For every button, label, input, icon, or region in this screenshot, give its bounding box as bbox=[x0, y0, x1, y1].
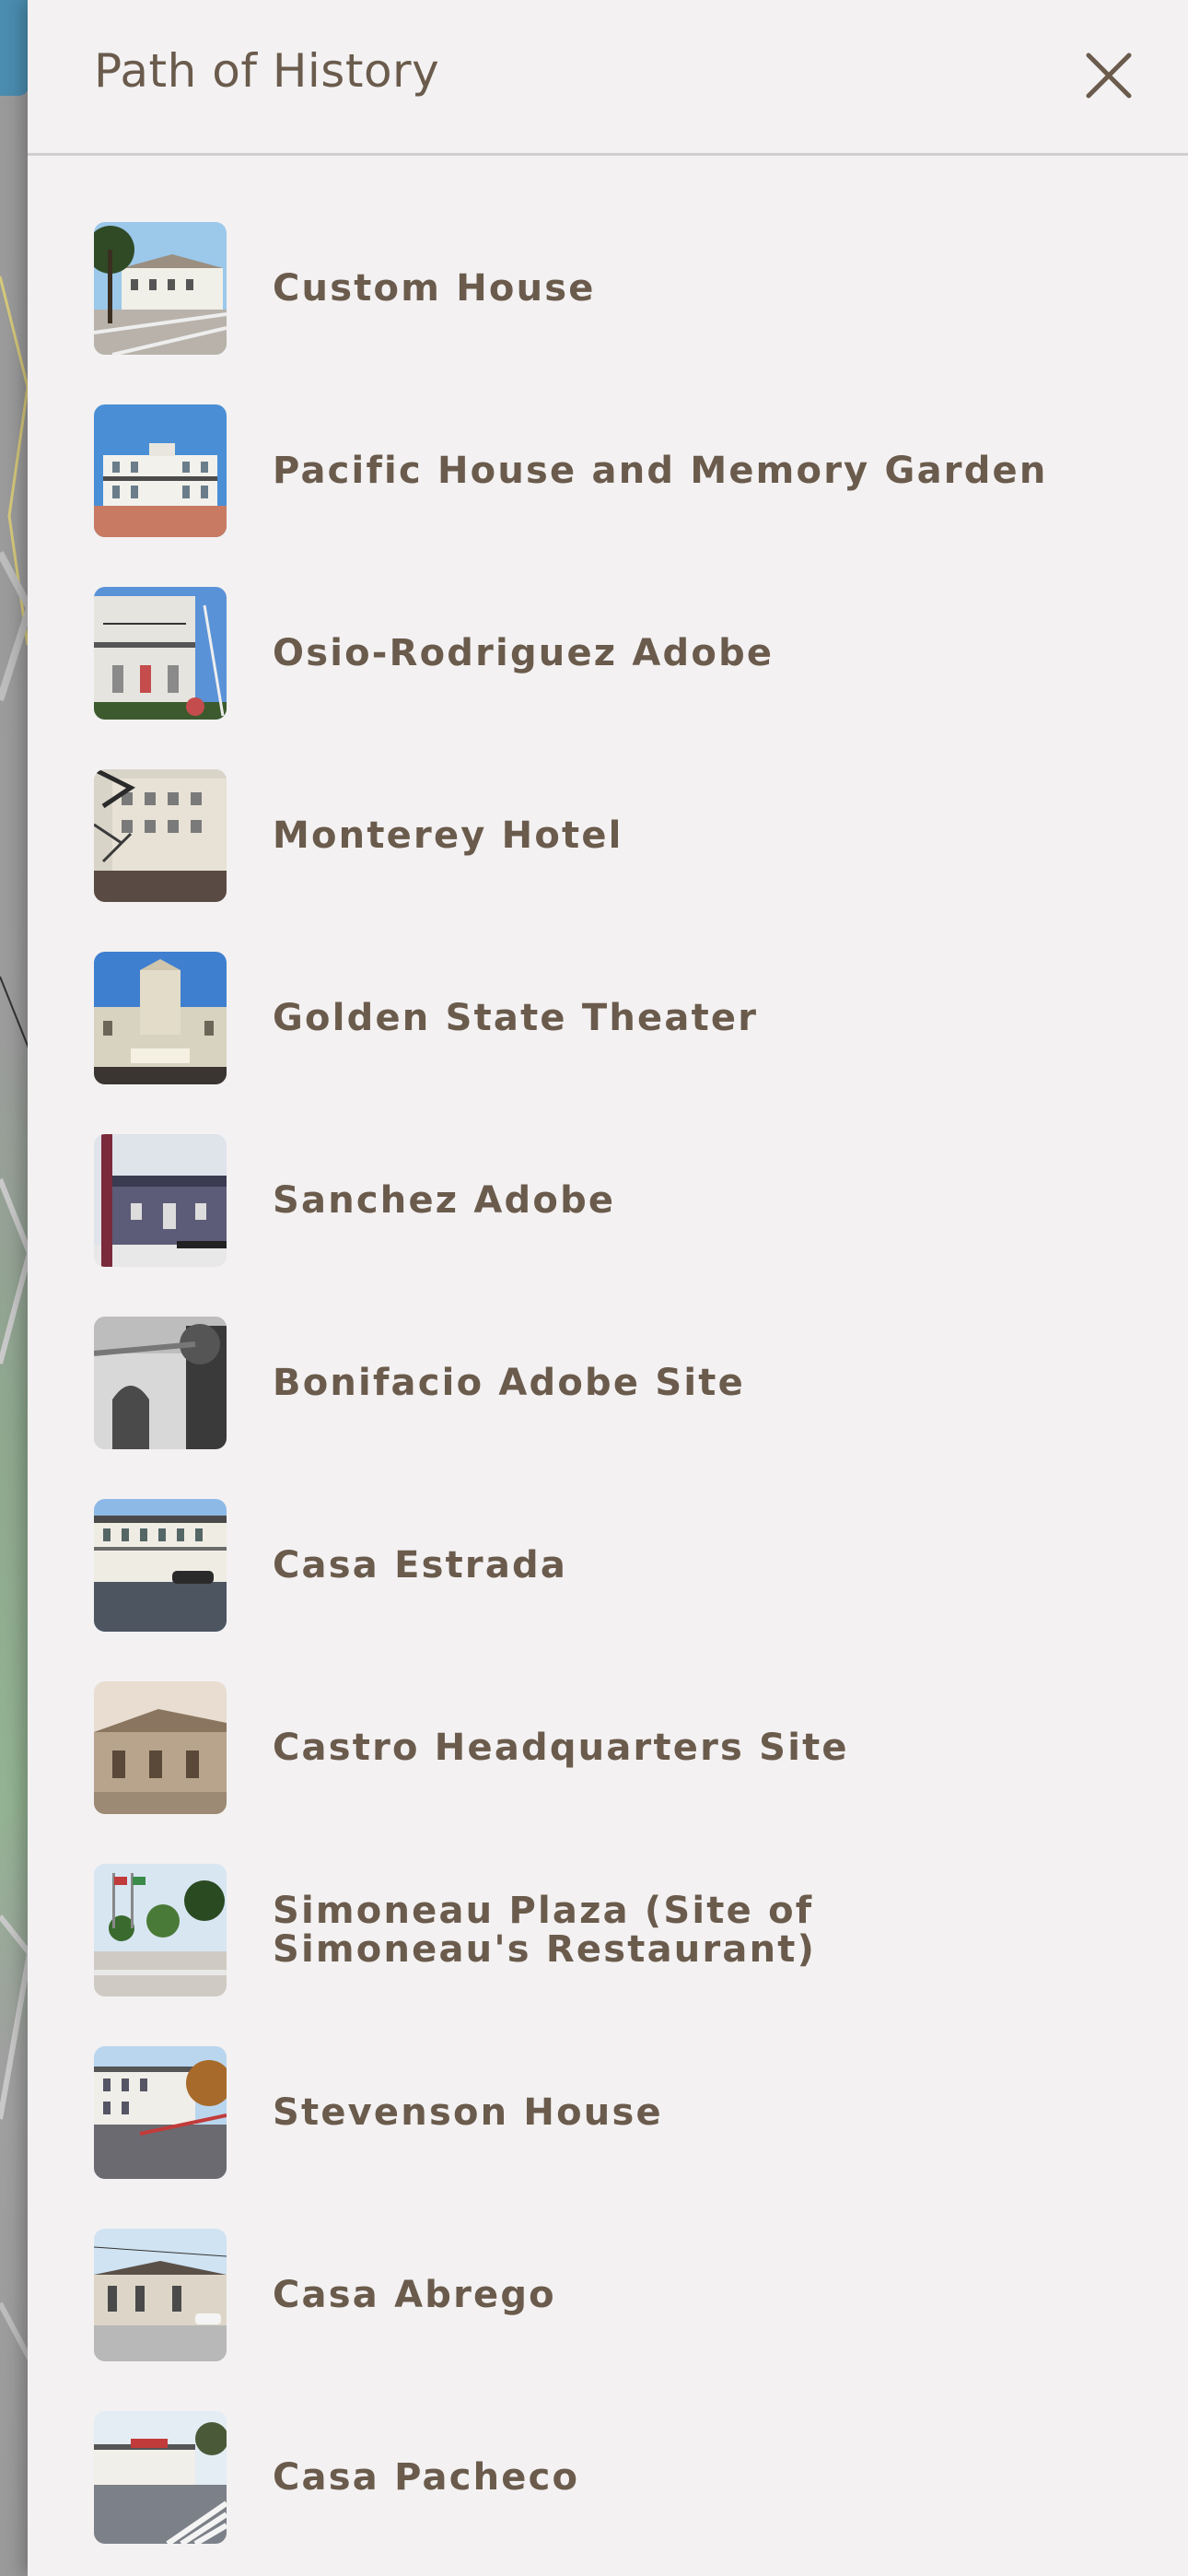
monterey-hotel-photo bbox=[94, 769, 227, 902]
list-item-label: Sanchez Adobe bbox=[273, 1179, 616, 1222]
list-item[interactable]: Pacific House and Memory Garden bbox=[94, 404, 1144, 537]
list-item[interactable]: Bonifacio Adobe Site bbox=[94, 1317, 1144, 1449]
castro-headquarters-photo bbox=[94, 1681, 227, 1814]
golden-state-theater-photo bbox=[94, 952, 227, 1084]
close-icon bbox=[1086, 53, 1132, 99]
map-roads bbox=[0, 275, 29, 2360]
list-item-label: Casa Estrada bbox=[273, 1544, 568, 1587]
app-screen: Path of History Custom House Pacific Hou… bbox=[0, 0, 1188, 2576]
list-item-label: Bonifacio Adobe Site bbox=[273, 1362, 745, 1404]
list-item-label: Castro Headquarters Site bbox=[273, 1727, 849, 1769]
simoneau-plaza-photo bbox=[94, 1864, 227, 1996]
list-item[interactable]: Stevenson House bbox=[94, 2046, 1144, 2179]
list-item[interactable]: Osio-Rodriguez Adobe bbox=[94, 587, 1144, 720]
list-item-label: Golden State Theater bbox=[273, 997, 759, 1039]
list-item[interactable]: Sanchez Adobe bbox=[94, 1134, 1144, 1267]
bonifacio-adobe-photo bbox=[94, 1317, 227, 1449]
list-item[interactable]: Casa Abrego bbox=[94, 2229, 1144, 2361]
list-item[interactable]: Casa Pacheco bbox=[94, 2411, 1144, 2544]
list-item[interactable]: Simoneau Plaza (Site of Simoneau's Resta… bbox=[94, 1864, 1144, 1996]
drawer-title: Path of History bbox=[94, 44, 440, 98]
list-item-label: Casa Pacheco bbox=[273, 2456, 580, 2499]
list-item-label: Casa Abrego bbox=[273, 2274, 556, 2316]
list-item-label: Monterey Hotel bbox=[273, 814, 623, 857]
casa-estrada-photo bbox=[94, 1499, 227, 1632]
list-item-label: Osio-Rodriguez Adobe bbox=[273, 632, 775, 674]
list-item-label: Custom House bbox=[273, 267, 596, 310]
close-button[interactable] bbox=[1076, 42, 1142, 109]
list-item-label: Pacific House and Memory Garden bbox=[273, 450, 1048, 492]
sanchez-adobe-photo bbox=[94, 1134, 227, 1267]
custom-house-photo bbox=[94, 222, 227, 355]
list-item[interactable]: Casa Estrada bbox=[94, 1499, 1144, 1632]
map-background[interactable] bbox=[0, 0, 29, 2576]
list-item[interactable]: Custom House bbox=[94, 222, 1144, 355]
list-item-label: Simoneau Plaza (Site of Simoneau's Resta… bbox=[273, 1890, 817, 1971]
path-of-history-drawer: Path of History Custom House Pacific Hou… bbox=[28, 0, 1188, 2576]
list-item[interactable]: Castro Headquarters Site bbox=[94, 1681, 1144, 1814]
drawer-header: Path of History bbox=[28, 0, 1188, 156]
list-item[interactable]: Monterey Hotel bbox=[94, 769, 1144, 902]
osio-rodriguez-photo bbox=[94, 587, 227, 720]
pacific-house-photo bbox=[94, 404, 227, 537]
casa-pacheco-photo bbox=[94, 2411, 227, 2544]
stevenson-house-photo bbox=[94, 2046, 227, 2179]
casa-abrego-photo bbox=[94, 2229, 227, 2361]
list-item[interactable]: Golden State Theater bbox=[94, 952, 1144, 1084]
list-item-label: Stevenson House bbox=[273, 2091, 663, 2134]
